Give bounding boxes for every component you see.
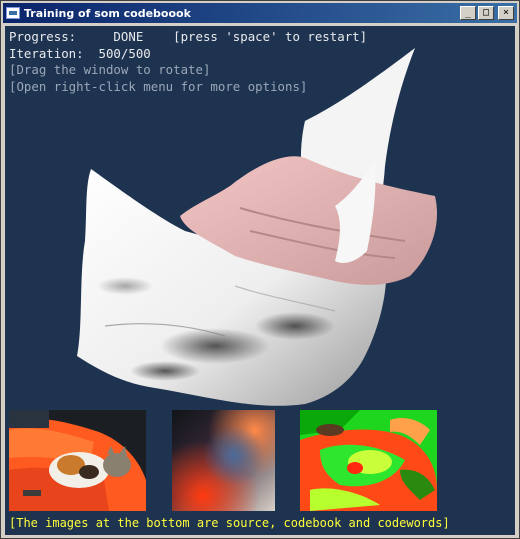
progress-line: Progress: DONE [press 'space' to restart…: [9, 29, 368, 44]
app-window: Training of som codeboook _ □ × Progress…: [0, 0, 520, 539]
codebook-image-thumbnail: [172, 410, 275, 511]
app-icon: [6, 7, 20, 19]
rotate-hint: [Drag the window to rotate]: [9, 62, 211, 77]
menu-hint: [Open right-click menu for more options]: [9, 78, 308, 94]
footer-caption: [The images at the bottom are source, co…: [9, 516, 450, 530]
title-bar[interactable]: Training of som codeboook _ □ ×: [3, 3, 517, 23]
codewords-image-thumbnail: [300, 410, 437, 511]
window-controls: _ □ ×: [460, 6, 514, 20]
window-title: Training of som codeboook: [24, 6, 191, 20]
hud-overlay: Progress: DONE [press 'space' to restart…: [9, 29, 367, 95]
iteration-line: Iteration: 500/500: [9, 45, 151, 61]
minimize-button[interactable]: _: [460, 6, 476, 20]
source-image-thumbnail: [9, 410, 146, 511]
gl-viewport[interactable]: Progress: DONE [press 'space' to restart…: [5, 26, 515, 535]
close-button[interactable]: ×: [498, 6, 514, 20]
maximize-button[interactable]: □: [478, 6, 494, 20]
